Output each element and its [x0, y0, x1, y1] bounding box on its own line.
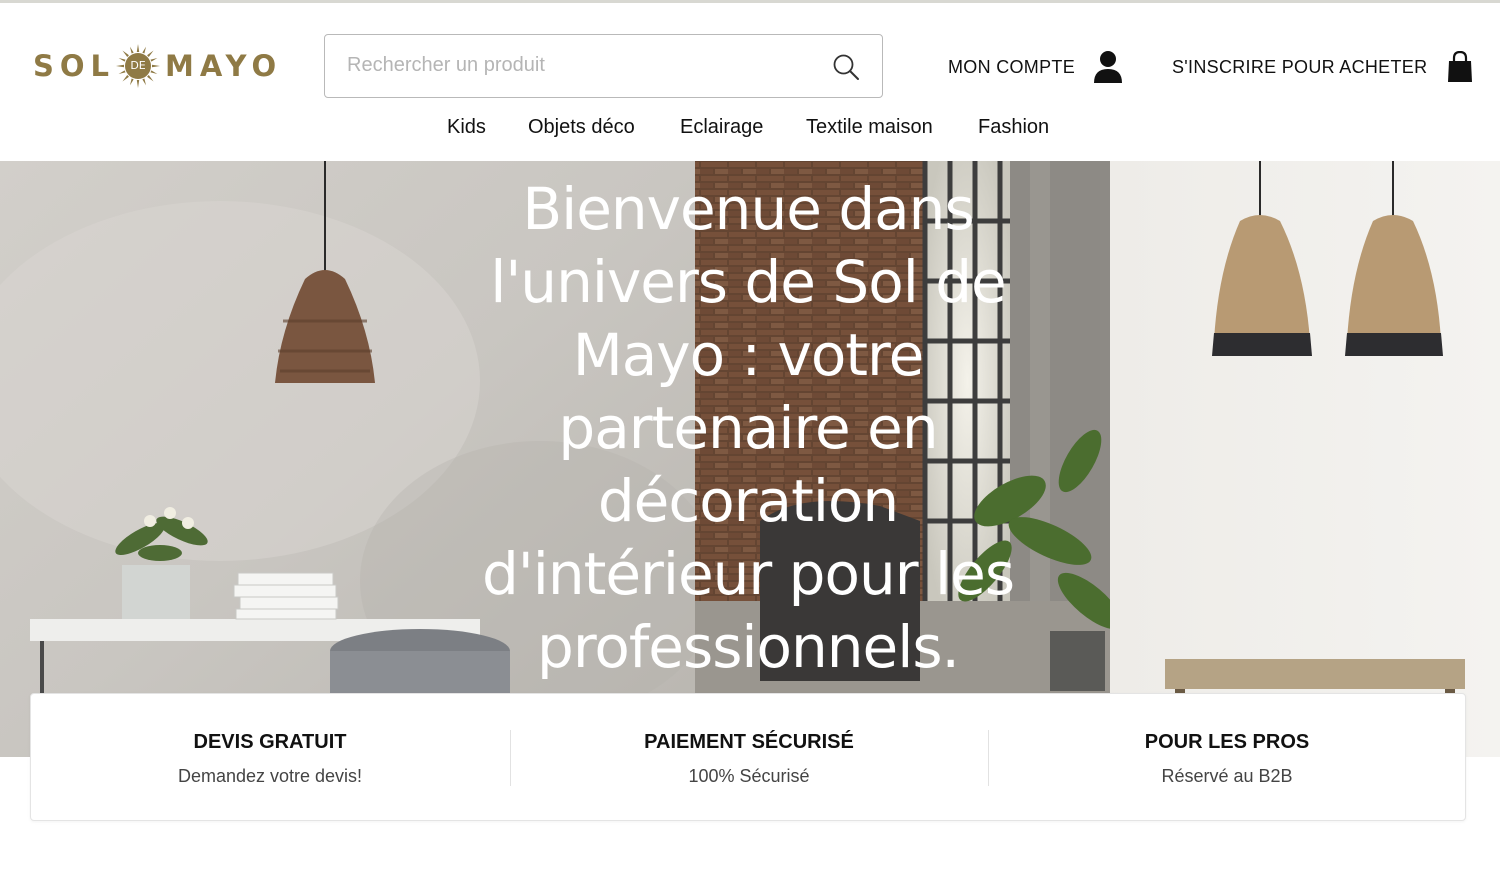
- main-navigation: Kids Objets déco Eclairage Textile maiso…: [0, 116, 1500, 148]
- signup-to-buy-link[interactable]: S'INSCRIRE POUR ACHETER: [1172, 48, 1473, 86]
- top-border: [0, 0, 1500, 3]
- feature-subtitle: Réservé au B2B: [1161, 766, 1293, 786]
- hero-title-line: l'univers de Sol de: [490, 248, 1007, 316]
- signup-label: S'INSCRIRE POUR ACHETER: [1172, 56, 1428, 77]
- hero-title-line: d'intérieur pour les: [481, 540, 1015, 608]
- logo-sun-emblem: DE: [115, 43, 161, 89]
- shopping-bag-icon: [1448, 51, 1473, 82]
- nav-item-textile-maison[interactable]: Textile maison: [806, 116, 933, 139]
- account-label: MON COMPTE: [948, 56, 1075, 77]
- feature-title: PAIEMENT SÉCURISÉ: [644, 731, 854, 753]
- feature-subtitle: Demandez votre devis!: [177, 766, 363, 786]
- hero-title-line: professionnels.: [537, 613, 960, 681]
- logo-word-sol: SOL: [33, 49, 116, 83]
- hero-title-line: Mayo : votre: [572, 321, 925, 389]
- hero-title: Bienvenue dans l'univers de Sol de Mayo …: [470, 173, 1026, 684]
- search-icon[interactable]: [832, 53, 860, 81]
- feature-free-quote[interactable]: DEVIS GRATUIT Demandez votre devis!: [31, 694, 509, 822]
- feature-title: POUR LES PROS: [1144, 731, 1310, 753]
- feature-for-pros: POUR LES PROS Réservé au B2B: [988, 694, 1466, 822]
- logo-word-mayo: MAYO: [165, 49, 283, 83]
- feature-secure-payment: PAIEMENT SÉCURISÉ 100% Sécurisé: [510, 694, 988, 822]
- hero-title-line: décoration: [597, 467, 899, 535]
- search-input[interactable]: [347, 35, 827, 96]
- brand-logo[interactable]: SOL DE MAYO: [33, 42, 282, 90]
- search-box: [324, 34, 883, 98]
- account-link[interactable]: MON COMPTE: [948, 48, 1123, 86]
- feature-subtitle: 100% Sécurisé: [688, 766, 810, 786]
- logo-word-de: DE: [130, 59, 146, 72]
- hero-banner: Bienvenue dans l'univers de Sol de Mayo …: [0, 161, 1500, 757]
- features-bar: DEVIS GRATUIT Demandez votre devis! PAIE…: [30, 693, 1466, 821]
- nav-item-objets-deco[interactable]: Objets déco: [528, 116, 635, 139]
- nav-item-eclairage[interactable]: Eclairage: [680, 116, 763, 139]
- hero-title-line: partenaire en: [558, 394, 938, 462]
- nav-item-fashion[interactable]: Fashion: [978, 116, 1049, 139]
- user-icon: [1094, 51, 1122, 83]
- feature-title: DEVIS GRATUIT: [193, 731, 347, 753]
- nav-item-kids[interactable]: Kids: [447, 116, 486, 139]
- hero-title-line: Bienvenue dans: [522, 175, 974, 243]
